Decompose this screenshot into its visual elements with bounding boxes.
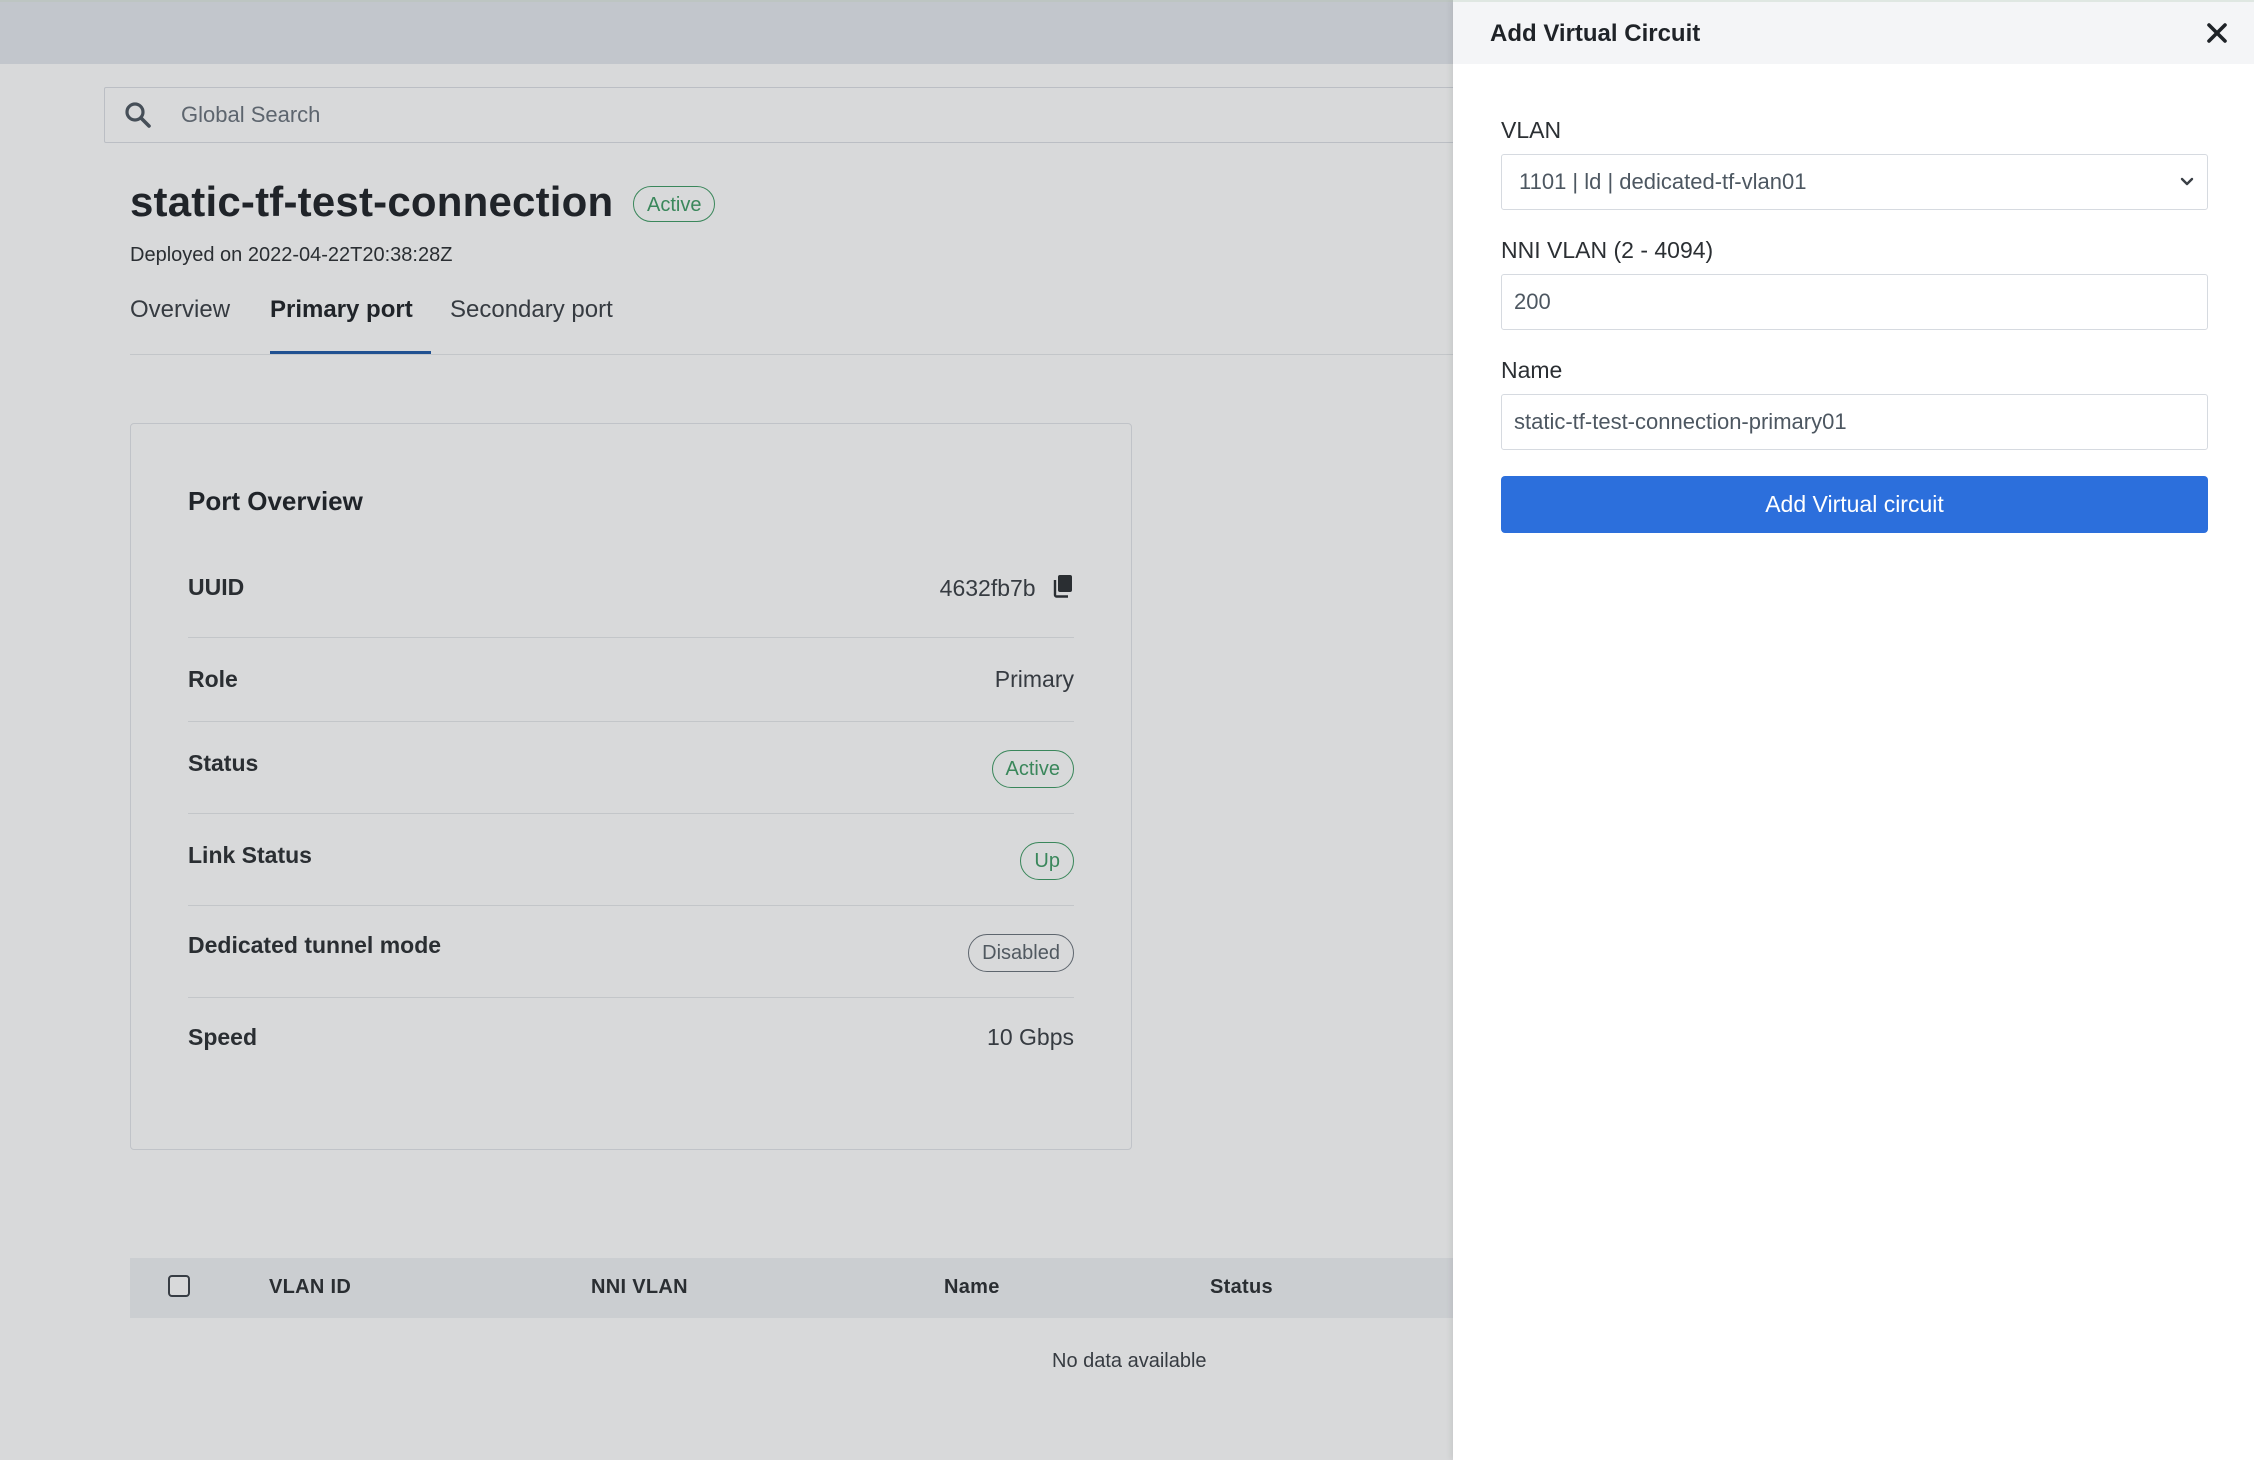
close-icon[interactable]: [2206, 22, 2228, 44]
vlan-select[interactable]: 1101 | ld | dedicated-tf-vlan01: [1501, 154, 2208, 210]
add-virtual-circuit-button[interactable]: Add Virtual circuit: [1501, 476, 2208, 533]
modal-backdrop[interactable]: [0, 0, 1453, 1460]
panel-header: Add Virtual Circuit: [1453, 0, 2254, 64]
vlan-selected-value: 1101 | ld | dedicated-tf-vlan01: [1519, 169, 1807, 194]
nni-vlan-input[interactable]: [1514, 275, 2194, 329]
chevron-down-icon: [2180, 177, 2194, 186]
nni-vlan-field[interactable]: [1501, 274, 2208, 330]
nni-vlan-label: NNI VLAN (2 - 4094): [1501, 237, 1714, 263]
vlan-label: VLAN: [1501, 117, 1562, 143]
panel-title: Add Virtual Circuit: [1490, 20, 1701, 47]
name-input[interactable]: [1514, 395, 2194, 449]
name-field[interactable]: [1501, 394, 2208, 450]
add-virtual-circuit-panel: Add Virtual Circuit VLAN 1101 | ld | ded…: [1453, 0, 2254, 1460]
name-label: Name: [1501, 357, 1563, 383]
